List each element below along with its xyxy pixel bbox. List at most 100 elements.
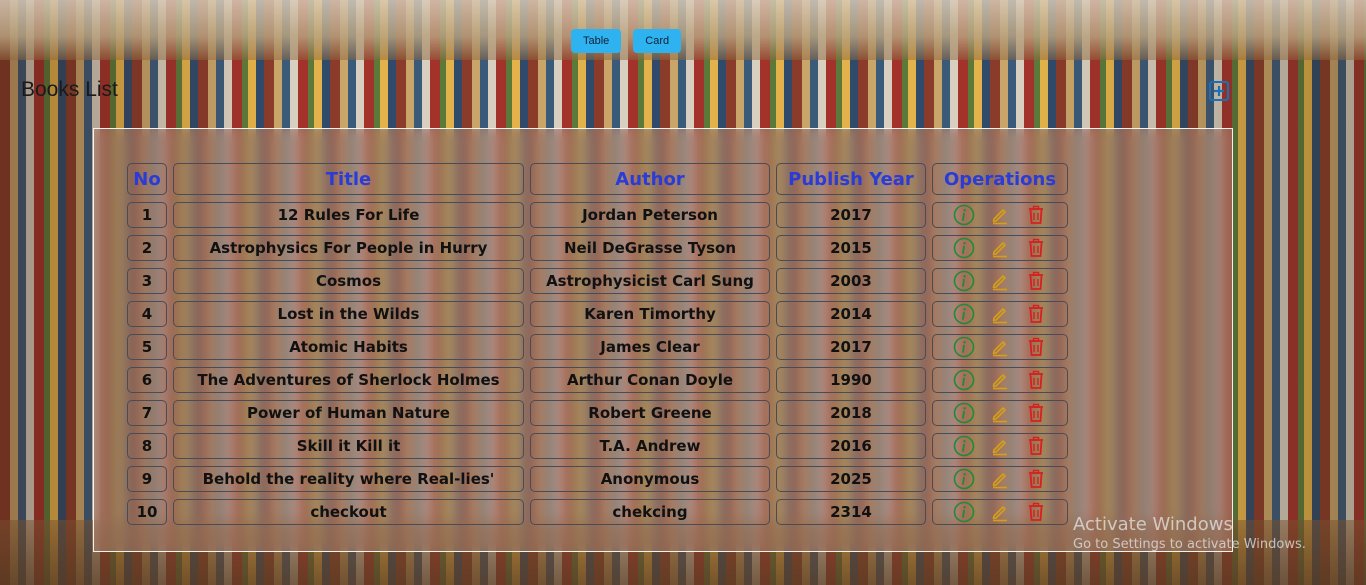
cell-publish-year: 2014 — [776, 301, 926, 327]
table-row: 5 Atomic Habits James Clear 2017 — [127, 334, 1068, 360]
cell-no: 5 — [127, 334, 167, 360]
info-circle-icon[interactable] — [953, 336, 975, 358]
cell-no: 6 — [127, 367, 167, 393]
trash-icon[interactable] — [1025, 501, 1047, 523]
cell-title: Atomic Habits — [173, 334, 524, 360]
header-author: Author — [530, 163, 770, 195]
info-circle-icon[interactable] — [953, 270, 975, 292]
cell-publish-year: 2016 — [776, 433, 926, 459]
info-circle-icon[interactable] — [953, 402, 975, 424]
table-row: 1 12 Rules For Life Jordan Peterson 2017 — [127, 202, 1068, 228]
pencil-icon[interactable] — [989, 402, 1011, 424]
trash-icon[interactable] — [1025, 270, 1047, 292]
operations-group — [933, 335, 1067, 359]
cell-author: Jordan Peterson — [530, 202, 770, 228]
table-row: 7 Power of Human Nature Robert Greene 2018 — [127, 400, 1068, 426]
cell-title: Behold the reality where Real-lies' — [173, 466, 524, 492]
cell-no: 8 — [127, 433, 167, 459]
operations-group — [933, 302, 1067, 326]
cell-publish-year: 2003 — [776, 268, 926, 294]
cell-title: Power of Human Nature — [173, 400, 524, 426]
cell-title: Lost in the Wilds — [173, 301, 524, 327]
cell-publish-year: 1990 — [776, 367, 926, 393]
cell-author: Astrophysicist Carl Sung — [530, 268, 770, 294]
cell-author: chekcing — [530, 499, 770, 525]
cell-publish-year: 2015 — [776, 235, 926, 261]
cell-author: Neil DeGrasse Tyson — [530, 235, 770, 261]
table-row: 6 The Adventures of Sherlock Holmes Arthur… — [127, 367, 1068, 393]
cell-no: 2 — [127, 235, 167, 261]
cell-operations — [932, 367, 1068, 393]
trash-icon[interactable] — [1025, 336, 1047, 358]
trash-icon[interactable] — [1025, 468, 1047, 490]
table-row: 10 checkout chekcing 2314 — [127, 499, 1068, 525]
info-circle-icon[interactable] — [953, 204, 975, 226]
cell-title: The Adventures of Sherlock Holmes — [173, 367, 524, 393]
cell-operations — [932, 433, 1068, 459]
cell-title: Skill it Kill it — [173, 433, 524, 459]
table-view-button[interactable]: Table — [571, 29, 622, 53]
view-toggle: Table Card — [571, 29, 682, 53]
cell-operations — [932, 334, 1068, 360]
cell-author: Anonymous — [530, 466, 770, 492]
trash-icon[interactable] — [1025, 402, 1047, 424]
cell-author: T.A. Andrew — [530, 433, 770, 459]
table-row: 2 Astrophysics For People in Hurry Neil De… — [127, 235, 1068, 261]
header-publish-year: Publish Year — [776, 163, 926, 195]
cell-publish-year: 2025 — [776, 466, 926, 492]
info-circle-icon[interactable] — [953, 369, 975, 391]
cell-operations — [932, 235, 1068, 261]
pencil-icon[interactable] — [989, 204, 1011, 226]
cell-author: Karen Timorthy — [530, 301, 770, 327]
cell-operations — [932, 202, 1068, 228]
cell-publish-year: 2017 — [776, 334, 926, 360]
table-row: 9 Behold the reality where Real-lies' Anon… — [127, 466, 1068, 492]
trash-icon[interactable] — [1025, 204, 1047, 226]
info-circle-icon[interactable] — [953, 237, 975, 259]
info-circle-icon[interactable] — [953, 303, 975, 325]
pencil-icon[interactable] — [989, 270, 1011, 292]
pencil-icon[interactable] — [989, 237, 1011, 259]
header-title: Title — [173, 163, 524, 195]
cell-operations — [932, 466, 1068, 492]
trash-icon[interactable] — [1025, 369, 1047, 391]
cell-title: Cosmos — [173, 268, 524, 294]
watermark-subtitle: Go to Settings to activate Windows. — [1073, 537, 1306, 552]
cell-operations — [932, 400, 1068, 426]
cell-no: 7 — [127, 400, 167, 426]
trash-icon[interactable] — [1025, 303, 1047, 325]
pencil-icon[interactable] — [989, 501, 1011, 523]
pencil-icon[interactable] — [989, 468, 1011, 490]
cell-operations — [932, 301, 1068, 327]
pencil-icon[interactable] — [989, 303, 1011, 325]
operations-group — [933, 236, 1067, 260]
pencil-icon[interactable] — [989, 336, 1011, 358]
cell-author: Robert Greene — [530, 400, 770, 426]
info-circle-icon[interactable] — [953, 468, 975, 490]
cell-author: James Clear — [530, 334, 770, 360]
info-circle-icon[interactable] — [953, 435, 975, 457]
books-table: No Title Author Publish Year Operations … — [121, 156, 1074, 532]
cell-title: 12 Rules For Life — [173, 202, 524, 228]
page-title: Books List — [21, 78, 118, 101]
watermark-title: Activate Windows — [1073, 514, 1233, 535]
books-panel: No Title Author Publish Year Operations … — [93, 128, 1233, 552]
table-row: 4 Lost in the Wilds Karen Timorthy 2014 — [127, 301, 1068, 327]
pencil-icon[interactable] — [989, 369, 1011, 391]
cell-operations — [932, 499, 1068, 525]
cell-operations — [932, 268, 1068, 294]
trash-icon[interactable] — [1025, 435, 1047, 457]
operations-group — [933, 269, 1067, 293]
cell-publish-year: 2017 — [776, 202, 926, 228]
card-view-button[interactable]: Card — [633, 29, 682, 53]
header-operations: Operations — [932, 163, 1068, 195]
cell-no: 1 — [127, 202, 167, 228]
info-circle-icon[interactable] — [953, 501, 975, 523]
trash-icon[interactable] — [1025, 237, 1047, 259]
cell-no: 3 — [127, 268, 167, 294]
pencil-icon[interactable] — [989, 435, 1011, 457]
plus-square-icon[interactable] — [1208, 80, 1230, 102]
cell-title: Astrophysics For People in Hurry — [173, 235, 524, 261]
operations-group — [933, 203, 1067, 227]
cell-author: Arthur Conan Doyle — [530, 367, 770, 393]
